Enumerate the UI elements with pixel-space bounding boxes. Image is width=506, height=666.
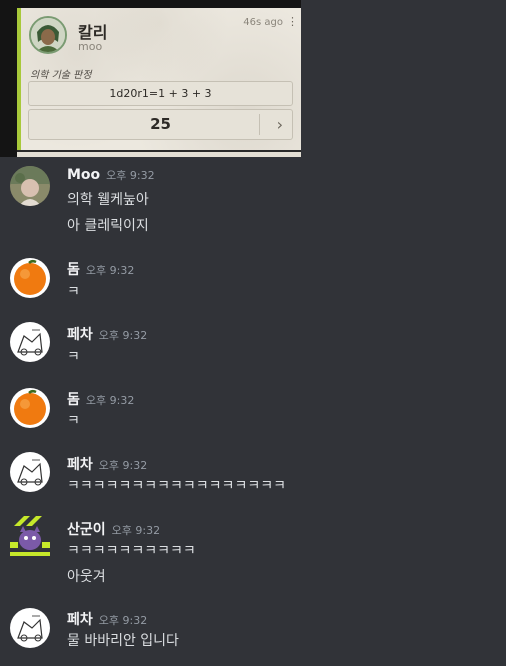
sketch-avatar-icon <box>10 452 50 492</box>
roll-time-ago: 46s ago <box>243 17 283 28</box>
message-author[interactable]: 페차 오후 9:32 <box>67 609 147 629</box>
message-text: ㅋㅋㅋㅋㅋㅋㅋㅋㅋㅋㅋㅋㅋㅋㅋㅋㅋ <box>67 478 286 494</box>
message-timestamp: 오후 9:32 <box>85 394 135 407</box>
message-text: 의학 웰케눞아 <box>67 192 149 208</box>
chevron-right-icon[interactable]: › <box>277 110 283 139</box>
message-author[interactable]: 돔 오후 9:32 <box>67 389 134 409</box>
message-text: ㅋㅋㅋㅋㅋㅋㅋㅋㅋㅋ <box>67 543 196 559</box>
orange-avatar-icon <box>10 388 50 428</box>
avatar[interactable] <box>10 452 50 492</box>
avatar[interactable] <box>10 258 50 298</box>
message-author[interactable]: 돔 오후 9:32 <box>67 259 134 279</box>
message-author[interactable]: Moo 오후 9:32 <box>67 167 155 183</box>
roll-total-button[interactable]: 25 › <box>28 109 293 140</box>
message-author[interactable]: 산군이 오후 9:32 <box>67 519 160 539</box>
message-timestamp: 오후 9:32 <box>98 614 148 627</box>
roll-skill-label: 의학 기술 판정 <box>30 70 92 81</box>
roll-formula: 1d20r1=1 + 3 + 3 <box>28 81 293 106</box>
character-avatar <box>29 16 67 54</box>
avatar[interactable] <box>10 388 50 428</box>
message-author[interactable]: 페차 오후 9:32 <box>67 324 147 344</box>
message-timestamp: 오후 9:32 <box>106 169 155 182</box>
message-text: ㅋ <box>67 349 80 365</box>
avatar[interactable] <box>10 608 50 648</box>
sketch-avatar-icon <box>10 608 50 648</box>
message-text: ㅋ <box>67 413 80 429</box>
avatar[interactable] <box>10 322 50 362</box>
message-timestamp: 오후 9:32 <box>98 459 148 472</box>
character-username: moo <box>78 40 103 53</box>
avatar[interactable] <box>10 516 50 556</box>
avatar[interactable] <box>10 166 50 206</box>
roll-total: 25 <box>150 115 171 133</box>
message-author[interactable]: 페차 오후 9:32 <box>67 454 147 474</box>
message-text: 아 클레릭이지 <box>67 218 149 234</box>
divider <box>259 114 260 135</box>
message-text: 물 바바리안 입니다 <box>67 633 179 649</box>
message-timestamp: 오후 9:32 <box>85 264 135 277</box>
more-options-icon[interactable]: ⋮ <box>287 16 298 28</box>
orange-avatar-icon <box>10 258 50 298</box>
message-text: 아웃겨 <box>67 569 106 585</box>
message-timestamp: 오후 9:32 <box>111 524 161 537</box>
roll-card: 칼리 moo 46s ago ⋮ 의학 기술 판정 1d20r1=1 + 3 +… <box>17 8 301 155</box>
message-timestamp: 오후 9:32 <box>98 329 148 342</box>
cat-badge-avatar-icon <box>10 516 50 556</box>
card-bottom-edge <box>17 150 301 157</box>
sketch-avatar-icon <box>10 322 50 362</box>
message-text: ㅋ <box>67 284 80 300</box>
photo-avatar-icon <box>10 166 50 206</box>
roll-card-image: 칼리 moo 46s ago ⋮ 의학 기술 판정 1d20r1=1 + 3 +… <box>0 0 301 157</box>
